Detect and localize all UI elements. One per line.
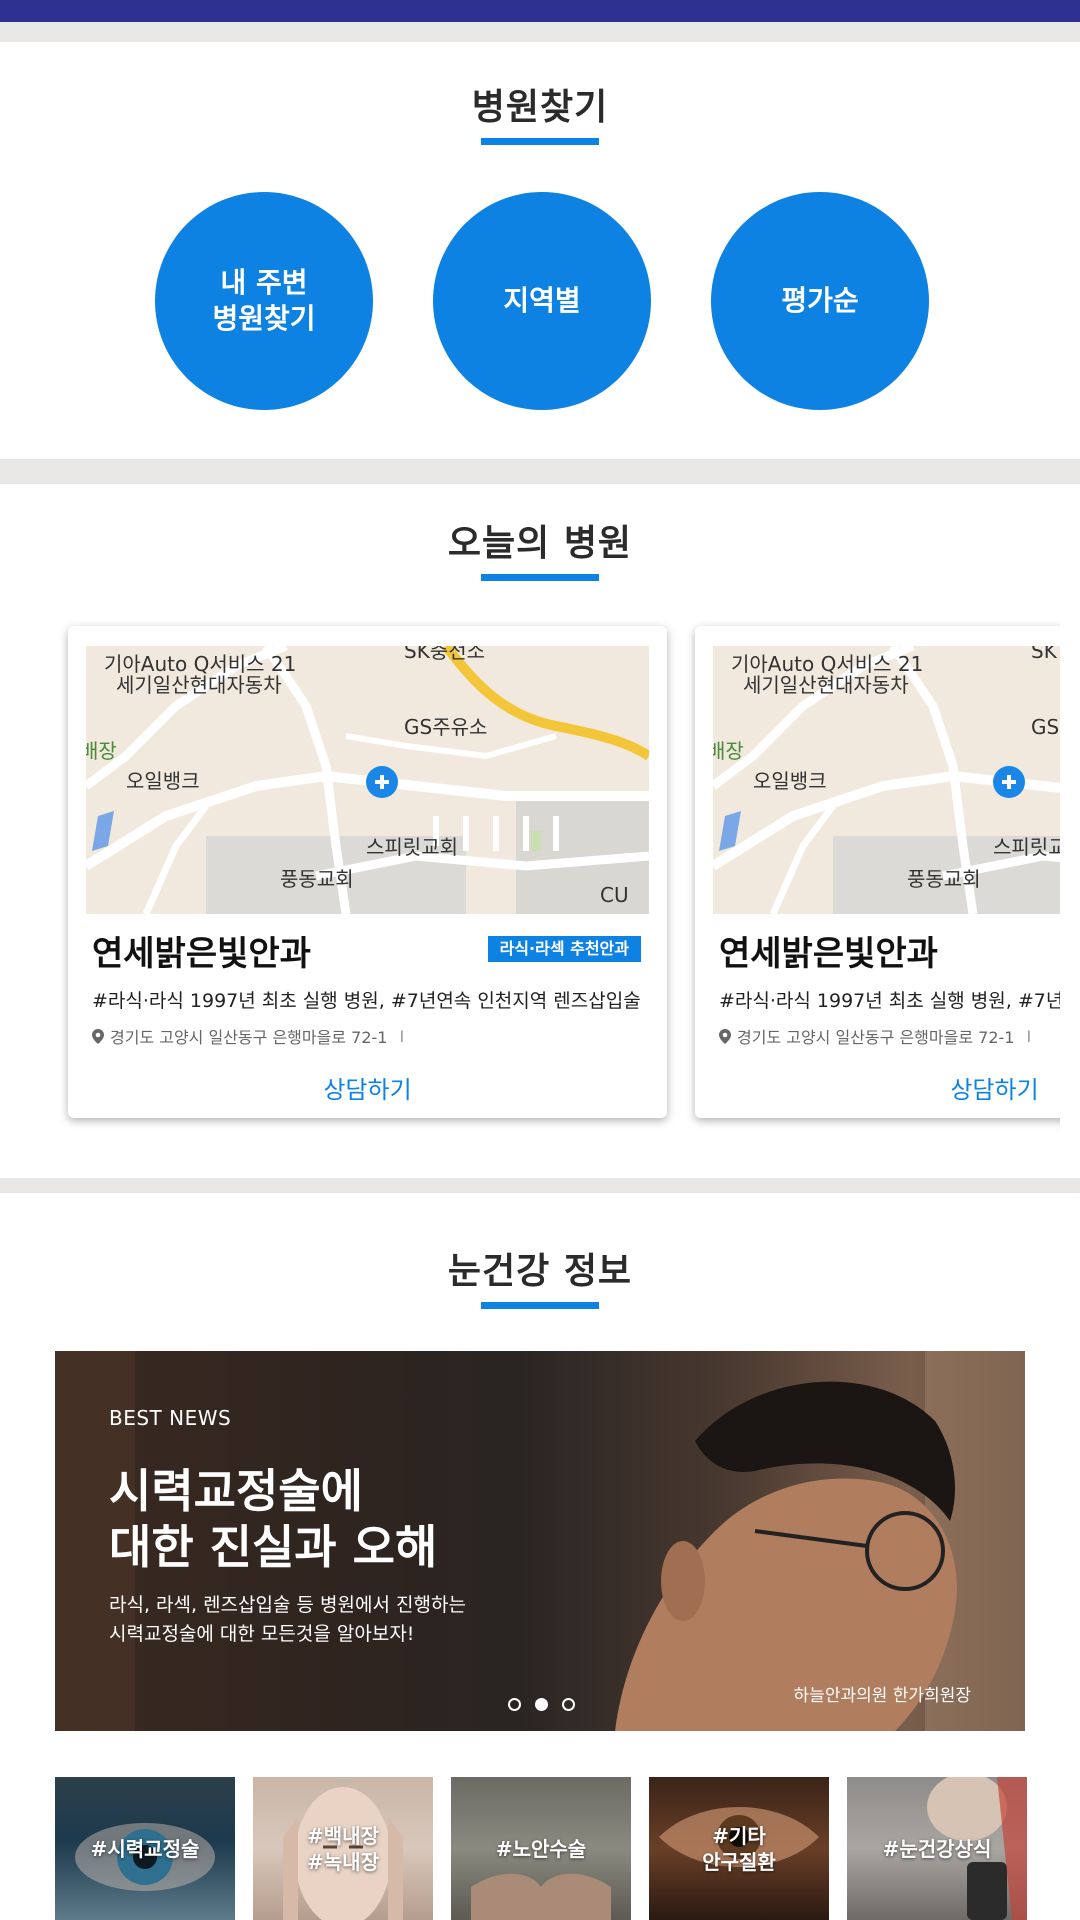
category-label: #노안수술 [495, 1836, 587, 1861]
category-vision-correction[interactable]: #시력교정술 [55, 1777, 235, 1920]
section-divider [0, 22, 1080, 42]
category-other-eye-disease[interactable]: #기타 안구질환 [649, 1777, 829, 1920]
section-divider [0, 1178, 1080, 1193]
address-separator: I [1026, 1026, 1032, 1046]
svg-text:세기일산현대자동차: 세기일산현대자동차 [743, 673, 909, 697]
svg-text:SK: SK [1031, 646, 1058, 663]
banner-credit: 하늘안과의원 한가희원장 [793, 1686, 971, 1706]
slide-dot-3[interactable] [562, 1698, 575, 1711]
svg-text:배장: 배장 [86, 739, 117, 763]
svg-text:풍동교회: 풍동교회 [907, 867, 981, 891]
title-underline [481, 138, 599, 145]
hospital-address: 경기도 고양시 일산동구 은행마을로 72-1 I [719, 1024, 1031, 1048]
title-underline [481, 1302, 599, 1309]
svg-text:세기일산현대자동차: 세기일산현대자동차 [116, 673, 282, 697]
location-pin-icon [719, 1028, 731, 1044]
category-label: #눈건강상식 [882, 1836, 992, 1861]
category-label: #시력교정술 [90, 1836, 200, 1861]
category-presbyopia[interactable]: #노안수술 [451, 1777, 631, 1920]
category-cataract-glaucoma[interactable]: #백내장 #녹내장 [253, 1777, 433, 1920]
hospital-map[interactable]: 기아Auto Q서비스 21 세기일산현대자동차 SK GS 배장 오일뱅크 스… [713, 646, 1060, 914]
consult-button[interactable]: 상담하기 [68, 1070, 667, 1105]
svg-text:GS주유소: GS주유소 [404, 715, 487, 739]
section-divider [0, 459, 1080, 484]
slide-dot-1[interactable] [508, 1698, 521, 1711]
banner-kicker: BEST NEWS [109, 1406, 232, 1430]
banner-description: 라식, 라섹, 렌즈삽입술 등 병원에서 진행하는 시력교정술에 대한 모든것을… [109, 1594, 466, 1645]
hospital-name: 연세밝은빛안과 [719, 934, 938, 974]
news-banner[interactable]: BEST NEWS 시력교정술에 대한 진실과 오해 라식, 라섹, 렌즈삽입술… [55, 1351, 1025, 1731]
hospital-card[interactable]: 기아Auto Q서비스 21 세기일산현대자동차 SK충전소 GS주유소 배장 … [68, 626, 667, 1118]
svg-text:풍동교회: 풍동교회 [280, 867, 354, 891]
banner-title: 시력교정술에 대한 진실과 오해 [109, 1464, 438, 1574]
hospital-card[interactable]: 기아Auto Q서비스 21 세기일산현대자동차 SK GS 배장 오일뱅크 스… [695, 626, 1060, 1118]
hospital-name: 연세밝은빛안과 [92, 934, 311, 974]
today-hospital-title: 오늘의 병원 [447, 523, 633, 564]
consult-button[interactable]: 상담하기 [695, 1070, 1060, 1105]
by-rating-button[interactable]: 평가순 [711, 192, 929, 410]
by-region-button[interactable]: 지역별 [433, 192, 651, 410]
title-underline [481, 574, 599, 581]
svg-text:CU: CU [600, 883, 629, 907]
svg-text:스피릿교회: 스피릿교회 [993, 835, 1060, 859]
address-separator: I [399, 1026, 405, 1046]
map-image: 기아Auto Q서비스 21 세기일산현대자동차 SK GS 배장 오일뱅크 스… [713, 646, 1060, 914]
top-brand-bar [0, 0, 1080, 22]
svg-text:배장: 배장 [713, 739, 744, 763]
eye-health-title: 눈건강 정보 [447, 1251, 633, 1292]
location-pin-icon [92, 1028, 104, 1044]
svg-text:오일뱅크: 오일뱅크 [753, 769, 827, 793]
hospital-tags: #라식·라식 1997년 최초 실행 병원, #7년연속 인천지역 렌즈삽입술 [719, 990, 1060, 1012]
banner-pagination [508, 1698, 575, 1711]
nearby-hospital-button[interactable]: 내 주변 병원찾기 [155, 192, 373, 410]
address-text: 경기도 고양시 일산동구 은행마을로 72-1 [110, 1028, 388, 1047]
category-label: #백내장 #녹내장 [307, 1823, 379, 1874]
recommend-badge: 라식·라섹 추천안과 [487, 936, 641, 962]
hospital-carousel[interactable]: 기아Auto Q서비스 21 세기일산현대자동차 SK충전소 GS주유소 배장 … [0, 620, 1060, 1140]
map-image: 기아Auto Q서비스 21 세기일산현대자동차 SK충전소 GS주유소 배장 … [86, 646, 649, 914]
svg-text:SK충전소: SK충전소 [404, 646, 485, 663]
category-label: #기타 안구질환 [702, 1823, 776, 1874]
find-hospital-title: 병원찾기 [471, 87, 609, 128]
category-eye-health-tips[interactable]: #눈건강상식 [847, 1777, 1027, 1920]
hospital-address: 경기도 고양시 일산동구 은행마을로 72-1 I [92, 1024, 404, 1048]
svg-text:스피릿교회: 스피릿교회 [366, 835, 458, 859]
slide-dot-2[interactable] [535, 1698, 548, 1711]
hospital-map[interactable]: 기아Auto Q서비스 21 세기일산현대자동차 SK충전소 GS주유소 배장 … [86, 646, 649, 914]
svg-text:오일뱅크: 오일뱅크 [126, 769, 200, 793]
svg-text:GS: GS [1031, 715, 1059, 739]
address-text: 경기도 고양시 일산동구 은행마을로 72-1 [737, 1028, 1015, 1047]
hospital-tags: #라식·라식 1997년 최초 실행 병원, #7년연속 인천지역 렌즈삽입술 [92, 990, 641, 1012]
